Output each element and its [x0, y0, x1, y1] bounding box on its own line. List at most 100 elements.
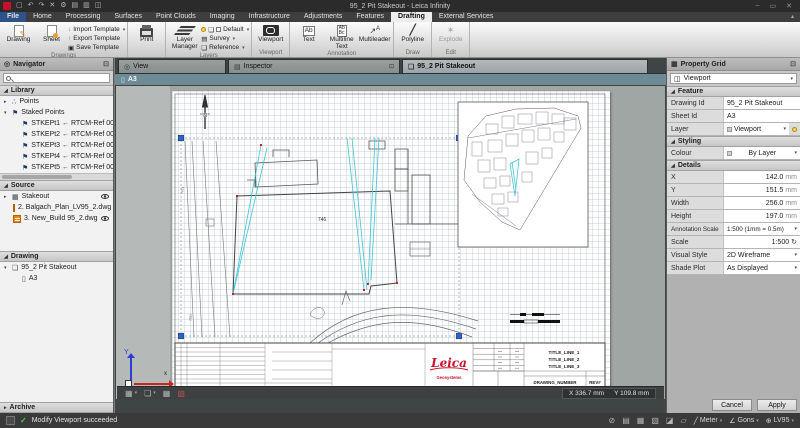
- apply-button[interactable]: Apply: [757, 399, 797, 411]
- panel-icon[interactable]: ▤: [622, 416, 630, 425]
- tab-processing[interactable]: Processing: [59, 12, 108, 22]
- collapse-icon[interactable]: ▾: [4, 110, 9, 116]
- drawing-id-value[interactable]: 95_2 Pit Stakeout: [723, 97, 800, 109]
- tree-item-points[interactable]: ▸ ∴ Points: [0, 96, 113, 107]
- delete-icon[interactable]: ✕: [49, 2, 55, 10]
- tree-item-stkept4[interactable]: ⚑ STKEPt4 ← RTCM-Ref 0000 (07/10/: [0, 151, 113, 162]
- maximize-icon[interactable]: ▭: [770, 2, 777, 10]
- collapse-ribbon-icon[interactable]: ▴: [791, 12, 800, 22]
- default-checkbox[interactable]: [216, 27, 221, 32]
- cancel-button[interactable]: Cancel: [712, 399, 752, 411]
- tree-item-newbuild-dwg[interactable]: 3. New_Build 95_2.dwg: [0, 213, 113, 224]
- snap-grid-icon[interactable]: ▧: [177, 389, 185, 398]
- viewport-button[interactable]: Viewport: [254, 23, 287, 44]
- pin-icon[interactable]: ⊡: [389, 63, 394, 70]
- visibility-eye-icon[interactable]: [101, 194, 109, 199]
- y-value[interactable]: 151.5mm: [723, 184, 800, 196]
- tab-infrastructure[interactable]: Infrastructure: [242, 12, 297, 22]
- section-styling[interactable]: ◢Styling: [667, 136, 800, 147]
- horizontal-scrollbar[interactable]: [0, 173, 113, 180]
- x-value[interactable]: 142.0mm: [723, 171, 800, 183]
- scale-refresh-icon[interactable]: ↻: [791, 238, 797, 246]
- crs-dropdown[interactable]: ⊕ LV95 ▾: [766, 417, 794, 425]
- layer-reference-row[interactable]: ❏ Reference ▾: [201, 43, 249, 52]
- angle-unit-dropdown[interactable]: ∠ Gons ▾: [729, 417, 759, 425]
- annotation-scale-value[interactable]: 1:500 (1mm = 0.5m) ▾: [723, 223, 800, 235]
- width-value[interactable]: 256.0mm: [723, 197, 800, 209]
- sheet-tab-bar[interactable]: ▯ A3: [115, 73, 666, 85]
- gear-icon[interactable]: ⚙: [60, 2, 66, 10]
- sheet-a3[interactable]: N: [172, 91, 610, 391]
- tree-item-stkept5[interactable]: ⚑ STKEPt5 ← RTCM-Ref 0000 (07/10/: [0, 162, 113, 173]
- colour-value[interactable]: By Layer ▾: [723, 147, 800, 159]
- tab-drafting[interactable]: Drafting: [391, 12, 432, 22]
- view-style-dropdown[interactable]: ▦ ▾: [125, 389, 137, 398]
- panel-toggle-icon[interactable]: [6, 416, 15, 425]
- tree-item-stkept3[interactable]: ⚑ STKEPt3 ← RTCM-Ref 0000 (07/10/: [0, 140, 113, 151]
- visual-style-value[interactable]: 2D Wireframe ▾: [723, 249, 800, 261]
- layers-icon[interactable]: ▧: [651, 416, 659, 425]
- pin-icon[interactable]: ⊡: [790, 60, 796, 68]
- grid-toggle-icon[interactable]: ▦: [163, 389, 171, 398]
- pin-icon[interactable]: ⊡: [103, 60, 109, 68]
- tab-imaging[interactable]: Imaging: [203, 12, 242, 22]
- section-library[interactable]: ◢ Library: [0, 85, 113, 96]
- layer-visibility-bulb-icon[interactable]: [792, 127, 797, 132]
- redo-icon[interactable]: ↷: [39, 2, 45, 10]
- expand-icon[interactable]: ▸: [4, 194, 9, 200]
- tree-item-staked-points[interactable]: ▾ ⚑ Staked Points: [0, 107, 113, 118]
- no-entry-icon[interactable]: ⊘: [608, 416, 615, 425]
- new-icon[interactable]: ▢: [16, 2, 23, 10]
- layer-manager-button[interactable]: Layer Manager: [168, 23, 201, 50]
- save-template-button[interactable]: ▣ Save Template: [68, 43, 125, 52]
- close-icon[interactable]: ✕: [786, 2, 792, 10]
- import-template-button[interactable]: ↓ Import Template ▾: [68, 25, 125, 34]
- distance-unit-dropdown[interactable]: ╱ Meter ▾: [694, 417, 723, 425]
- tab-view[interactable]: ◎ View: [118, 59, 226, 73]
- height-value[interactable]: 197.0mm: [723, 210, 800, 222]
- layer-value[interactable]: Viewport ▾: [723, 123, 789, 135]
- tab-surfaces[interactable]: Surfaces: [107, 12, 149, 22]
- orbit-dropdown[interactable]: ❏ ▾: [144, 389, 156, 398]
- section-feature[interactable]: ◢Feature: [667, 86, 800, 97]
- sheet-button[interactable]: Sheet: [35, 23, 68, 44]
- selection-dropdown[interactable]: ◫ Viewport ▾: [670, 73, 797, 84]
- section-archive[interactable]: ▸ Archive: [0, 402, 113, 413]
- tab-point-clouds[interactable]: Point Clouds: [149, 12, 203, 22]
- shade-plot-value[interactable]: As Displayed ▾: [723, 262, 800, 274]
- tree-item-drawing-95-2[interactable]: ▾ ❏ 95_2 Pit Stakeout: [0, 262, 113, 273]
- tree-item-stkept2[interactable]: ⚑ STKEPt2 ← RTCM-Ref 0000 (07/10/: [0, 129, 113, 140]
- multiline-text-button[interactable]: AbBc Multiline Text: [325, 23, 358, 50]
- tree-item-balgach-dwg[interactable]: 2. Balgach_Plan_LV95_2.dwg: [0, 202, 113, 213]
- print-button[interactable]: Print: [130, 23, 163, 44]
- tab-file[interactable]: File: [0, 12, 26, 22]
- tab-adjustments[interactable]: Adjustments: [297, 12, 350, 22]
- layer-default-row[interactable]: ❏ Default ▾: [201, 25, 249, 34]
- scale-value[interactable]: 1:500 ↻: [723, 236, 800, 248]
- drawing-button[interactable]: ✎ Drawing: [2, 23, 35, 44]
- tab-95-2-pit-stakeout[interactable]: ❏ 95_2 Pit Stakeout: [402, 59, 648, 73]
- tab-external-services[interactable]: External Services: [432, 12, 500, 22]
- polyline-button[interactable]: ╱ Polyline: [396, 23, 429, 44]
- search-input[interactable]: [13, 74, 107, 82]
- tab-features[interactable]: Features: [349, 12, 391, 22]
- image-icon[interactable]: ◫: [95, 2, 102, 10]
- flag-toggle-icon[interactable]: ◪: [666, 416, 674, 425]
- section-drawing[interactable]: ◢ Drawing: [0, 251, 113, 262]
- collapse-icon[interactable]: ▾: [4, 265, 9, 271]
- folder-icon[interactable]: ▱: [680, 416, 686, 425]
- drawing-canvas[interactable]: N: [116, 86, 665, 399]
- grid-icon[interactable]: ▦: [637, 416, 645, 425]
- visibility-eye-icon[interactable]: [101, 216, 109, 221]
- text-button[interactable]: Ab Text: [292, 23, 325, 44]
- undo-icon[interactable]: ↶: [28, 2, 34, 10]
- section-source[interactable]: ◢ Source: [0, 180, 113, 191]
- tab-inspector[interactable]: ▤ Inspector ⊡: [228, 59, 400, 73]
- multileader-button[interactable]: ↗A Multileader: [358, 23, 391, 44]
- explode-button[interactable]: ✶ Explode: [434, 23, 467, 44]
- export-template-button[interactable]: ↑ Export Template: [68, 34, 125, 43]
- device-icon[interactable]: ▤: [72, 2, 79, 10]
- expand-icon[interactable]: ▸: [4, 99, 9, 105]
- sheet-id-value[interactable]: A3: [723, 110, 800, 122]
- tree-item-stakeout[interactable]: ▸ ▦ Stakeout: [0, 191, 113, 202]
